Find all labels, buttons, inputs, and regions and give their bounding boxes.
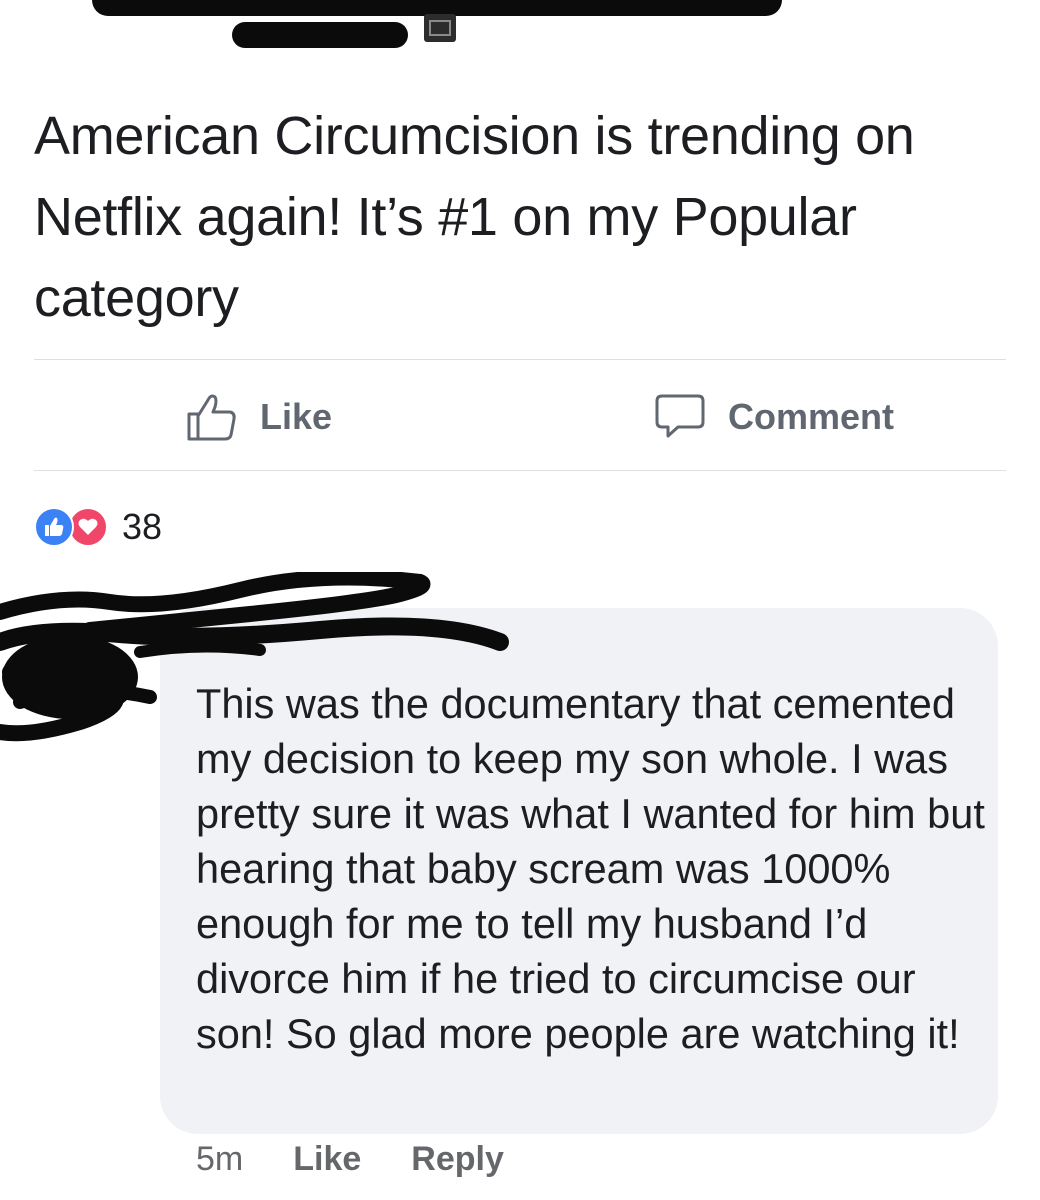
- reaction-count: 38: [122, 506, 163, 547]
- comment-timestamp: 5m: [196, 1140, 244, 1178]
- like-icon: [34, 507, 74, 547]
- like-button[interactable]: Like: [186, 392, 332, 442]
- comment-meta: 5m Like Reply: [196, 1140, 504, 1179]
- comment-text: This was the documentary that cemented m…: [196, 680, 985, 1057]
- comment-like-link[interactable]: Like: [293, 1140, 361, 1179]
- divider-top: [34, 359, 1006, 360]
- image-placeholder-icon: [424, 14, 456, 42]
- comment-button-label: Comment: [728, 396, 895, 437]
- comment-button[interactable]: Comment: [654, 392, 894, 442]
- divider-bottom: [34, 470, 1006, 471]
- thumbs-up-icon: [186, 392, 238, 442]
- love-icon: [68, 507, 108, 547]
- reaction-summary[interactable]: 38: [34, 506, 162, 548]
- comment-icon: [654, 392, 706, 442]
- comment-reply-link[interactable]: Reply: [411, 1140, 504, 1179]
- like-button-label: Like: [260, 396, 333, 437]
- post-text: American Circumcision is trending on Net…: [34, 106, 915, 328]
